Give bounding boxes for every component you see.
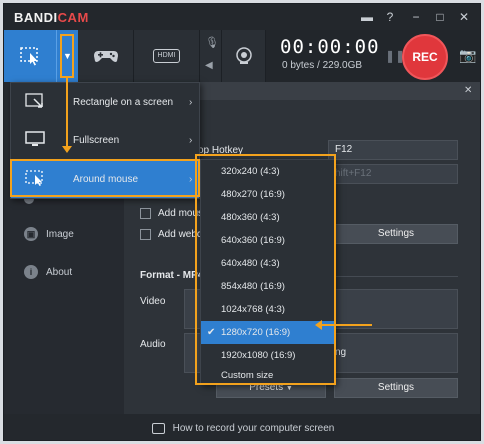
rectangle-select-icon	[20, 47, 38, 66]
format-label: Format - MP4	[140, 270, 204, 281]
record-button[interactable]: REC	[402, 34, 448, 80]
image-icon: ▣	[24, 227, 38, 241]
screen-mode-button[interactable]	[4, 30, 56, 82]
video-label: Video	[140, 296, 166, 307]
footer-link: How to record your computer screen	[172, 422, 335, 434]
menu-item-fullscreen[interactable]: Fullscreen ›	[11, 121, 199, 159]
storage-readout: 0 bytes / 229.0GB	[282, 60, 363, 71]
webcam-button[interactable]	[222, 30, 266, 82]
menu-item-label: Fullscreen	[73, 134, 120, 146]
arrow-line-left	[322, 324, 372, 326]
minimize-icon[interactable]: −	[408, 9, 424, 25]
title-bar: BANDICAM ▬ ? − □ ✕	[4, 4, 480, 30]
webcam-icon	[235, 47, 252, 64]
sidebar-item-about[interactable]: i About	[4, 255, 124, 289]
settings-button-2[interactable]: Settings	[334, 378, 458, 398]
mode-toolbar: ▼ HDMI 🎙 ◀ 00:00:00 0 bytes / 229.0GB ❚❚	[4, 30, 480, 82]
screenshot-camera-icon[interactable]: 📷	[459, 47, 476, 64]
chat-icon	[151, 422, 165, 434]
speaker-icon[interactable]: ◀	[205, 60, 213, 71]
maximize-icon[interactable]: □	[432, 9, 448, 25]
add-webcam-checkbox[interactable]	[140, 229, 151, 240]
sidebar-item-label: About	[46, 266, 73, 278]
footer[interactable]: How to record your computer screen	[4, 414, 480, 440]
sidebar-item-label: Image	[46, 228, 74, 240]
hdmi-icon: HDMI	[152, 49, 181, 63]
folder-icon[interactable]: ▬	[359, 9, 375, 25]
info-icon: i	[24, 265, 38, 279]
settings-button[interactable]: Settings	[334, 224, 458, 244]
chevron-right-icon: ›	[189, 134, 193, 146]
close-icon[interactable]: ✕	[456, 9, 472, 25]
recording-timer: 00:00:00	[280, 36, 380, 58]
device-mode-button[interactable]: HDMI	[134, 30, 200, 82]
audio-label: Audio	[140, 339, 166, 350]
highlight-around-mouse	[10, 159, 200, 197]
app-logo: BANDICAM	[14, 10, 89, 25]
add-mouse-checkbox[interactable]	[140, 208, 151, 219]
help-icon[interactable]: ?	[382, 9, 398, 25]
hotkey-field-2[interactable]: hift+F12	[328, 164, 458, 184]
monitor-icon	[25, 131, 45, 146]
arrow-head-left	[315, 320, 322, 330]
arrow-head-down	[62, 146, 72, 153]
rectangle-select-icon	[25, 93, 43, 108]
close-panel-icon[interactable]: ✕	[464, 85, 472, 96]
highlight-dropdown	[60, 34, 74, 78]
hotkey-field[interactable]: F12	[328, 140, 458, 160]
input-toggles: 🎙 ◀	[200, 30, 222, 82]
microphone-icon[interactable]: 🎙	[205, 36, 219, 49]
arrow-line-down	[66, 78, 68, 146]
sidebar-item-image[interactable]: ▣ Image	[4, 217, 124, 251]
bandicam-window: BANDICAM ▬ ? − □ ✕ ▼ HDMI 🎙 ◀ 00:00:00 0…	[3, 3, 481, 441]
gamepad-icon	[93, 51, 118, 62]
audio-info: ng	[335, 347, 347, 358]
chevron-right-icon: ›	[189, 96, 193, 108]
menu-item-label: Rectangle on a screen	[73, 96, 174, 108]
menu-item-rectangle[interactable]: Rectangle on a screen ›	[11, 83, 199, 121]
game-mode-button[interactable]	[78, 30, 134, 82]
highlight-submenu	[195, 154, 336, 385]
